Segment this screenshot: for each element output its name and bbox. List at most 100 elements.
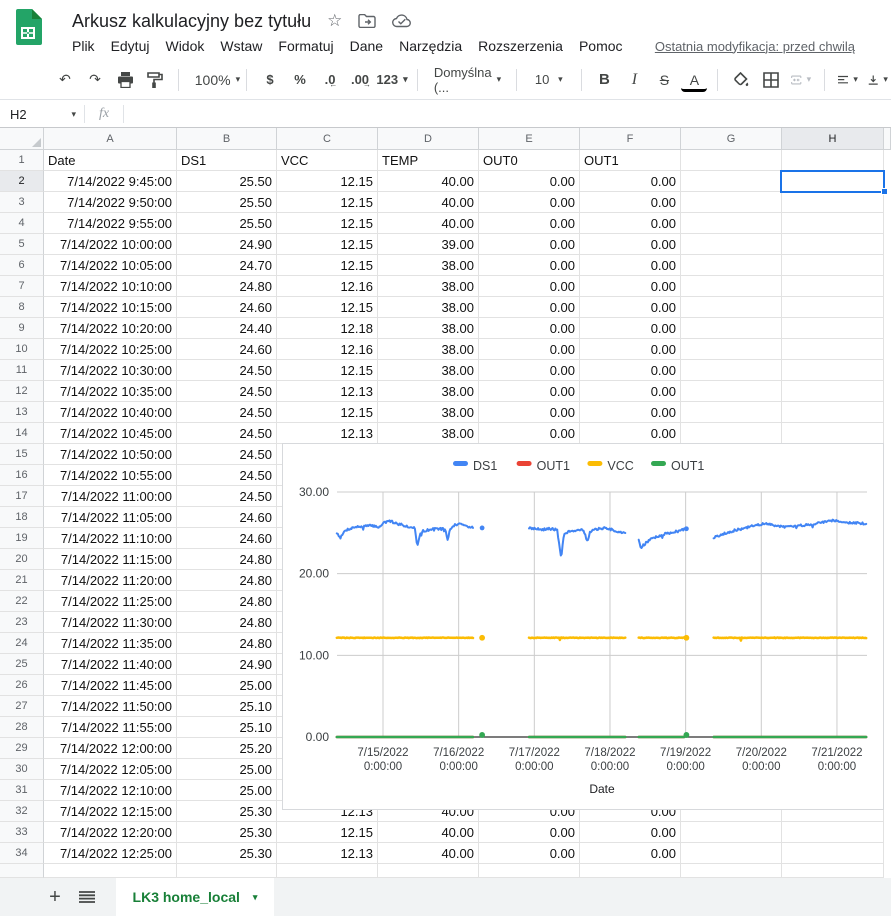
cell-A19[interactable]: 7/14/2022 11:10:00 [44,528,177,549]
cell-E14[interactable]: 0.00 [479,423,580,444]
cell-D33[interactable]: 40.00 [378,822,479,843]
cell-B20[interactable]: 24.80 [177,549,277,570]
row-header-18[interactable]: 18 [0,507,44,528]
cell-B11[interactable]: 24.50 [177,360,277,381]
cell-B12[interactable]: 24.50 [177,381,277,402]
cell-H33[interactable] [782,822,884,843]
cell-F7[interactable]: 0.00 [580,276,681,297]
cell-D9[interactable]: 38.00 [378,318,479,339]
cell-partial[interactable] [782,864,884,878]
add-sheet-button[interactable]: + [40,878,70,916]
row-header-17[interactable]: 17 [0,486,44,507]
row-header-5[interactable]: 5 [0,234,44,255]
cell-G34[interactable] [681,843,782,864]
cell-A7[interactable]: 7/14/2022 10:10:00 [44,276,177,297]
cell-partial[interactable] [580,864,681,878]
borders-button[interactable] [758,67,784,93]
merge-cells-button[interactable]: ▾ [788,67,814,93]
cell-D11[interactable]: 38.00 [378,360,479,381]
row-header-25[interactable]: 25 [0,654,44,675]
italic-button[interactable]: I [621,67,647,93]
cell-F13[interactable]: 0.00 [580,402,681,423]
cell-A34[interactable]: 7/14/2022 12:25:00 [44,843,177,864]
cell-B5[interactable]: 24.90 [177,234,277,255]
number-format-button[interactable]: 123▾ [377,67,407,93]
cell-D1[interactable]: TEMP [378,150,479,171]
cell-B10[interactable]: 24.60 [177,339,277,360]
cell-G6[interactable] [681,255,782,276]
cell-B6[interactable]: 24.70 [177,255,277,276]
row-header-7[interactable]: 7 [0,276,44,297]
menu-rozszerzenia[interactable]: Rozszerzenia [470,35,571,57]
cell-A33[interactable]: 7/14/2022 12:20:00 [44,822,177,843]
cell-B8[interactable]: 24.60 [177,297,277,318]
cell-A16[interactable]: 7/14/2022 10:55:00 [44,465,177,486]
cell-D13[interactable]: 38.00 [378,402,479,423]
row-header-26[interactable]: 26 [0,675,44,696]
row-header-23[interactable]: 23 [0,612,44,633]
row-header-15[interactable]: 15 [0,444,44,465]
cell-B2[interactable]: 25.50 [177,171,277,192]
cell-B25[interactable]: 24.90 [177,654,277,675]
cell-partial[interactable] [681,864,782,878]
cell-A21[interactable]: 7/14/2022 11:20:00 [44,570,177,591]
cell-C11[interactable]: 12.15 [277,360,378,381]
cell-B14[interactable]: 24.50 [177,423,277,444]
select-all-corner[interactable] [0,128,44,150]
row-header-9[interactable]: 9 [0,318,44,339]
column-header-D[interactable]: D [378,128,479,150]
cell-B32[interactable]: 25.30 [177,801,277,822]
cell-B21[interactable]: 24.80 [177,570,277,591]
cell-C33[interactable]: 12.15 [277,822,378,843]
format-currency-button[interactable]: $ [257,67,283,93]
cell-G11[interactable] [681,360,782,381]
horizontal-align-button[interactable]: ▾ [835,67,861,93]
cell-H4[interactable] [782,213,884,234]
cell-B17[interactable]: 24.50 [177,486,277,507]
row-header-14[interactable]: 14 [0,423,44,444]
cell-B4[interactable]: 25.50 [177,213,277,234]
cell-A14[interactable]: 7/14/2022 10:45:00 [44,423,177,444]
increase-decimal-button[interactable]: .00→ [347,67,373,93]
cell-G8[interactable] [681,297,782,318]
cell-H11[interactable] [782,360,884,381]
column-header-E[interactable]: E [479,128,580,150]
cell-partial[interactable] [277,864,378,878]
cell-E10[interactable]: 0.00 [479,339,580,360]
cell-C1[interactable]: VCC [277,150,378,171]
cell-C8[interactable]: 12.15 [277,297,378,318]
font-select[interactable]: Domyślna (...▾ [428,67,506,93]
cell-F1[interactable]: OUT1 [580,150,681,171]
cell-H8[interactable] [782,297,884,318]
cell-E7[interactable]: 0.00 [479,276,580,297]
cell-F5[interactable]: 0.00 [580,234,681,255]
cell-C3[interactable]: 12.15 [277,192,378,213]
cell-B27[interactable]: 25.10 [177,696,277,717]
cell-F34[interactable]: 0.00 [580,843,681,864]
cell-H14[interactable] [782,423,884,444]
cell-C12[interactable]: 12.13 [277,381,378,402]
row-header-27[interactable]: 27 [0,696,44,717]
cell-E1[interactable]: OUT0 [479,150,580,171]
move-to-folder-icon[interactable] [358,14,376,28]
cell-G10[interactable] [681,339,782,360]
cell-H6[interactable] [782,255,884,276]
cell-B19[interactable]: 24.60 [177,528,277,549]
cell-G9[interactable] [681,318,782,339]
column-header-H[interactable]: H [782,128,884,150]
cell-A25[interactable]: 7/14/2022 11:40:00 [44,654,177,675]
cell-B31[interactable]: 25.00 [177,780,277,801]
row-header-partial[interactable] [0,864,44,878]
vertical-align-button[interactable]: ▾ [865,67,891,93]
cell-D2[interactable]: 40.00 [378,171,479,192]
cell-F8[interactable]: 0.00 [580,297,681,318]
cell-G1[interactable] [681,150,782,171]
cell-B13[interactable]: 24.50 [177,402,277,423]
selected-cell-outline[interactable] [780,170,885,193]
row-header-31[interactable]: 31 [0,780,44,801]
menu-narzędzia[interactable]: Narzędzia [391,35,470,57]
cell-F33[interactable]: 0.00 [580,822,681,843]
cell-A6[interactable]: 7/14/2022 10:05:00 [44,255,177,276]
cell-G4[interactable] [681,213,782,234]
undo-button[interactable]: ↶ [52,67,78,93]
